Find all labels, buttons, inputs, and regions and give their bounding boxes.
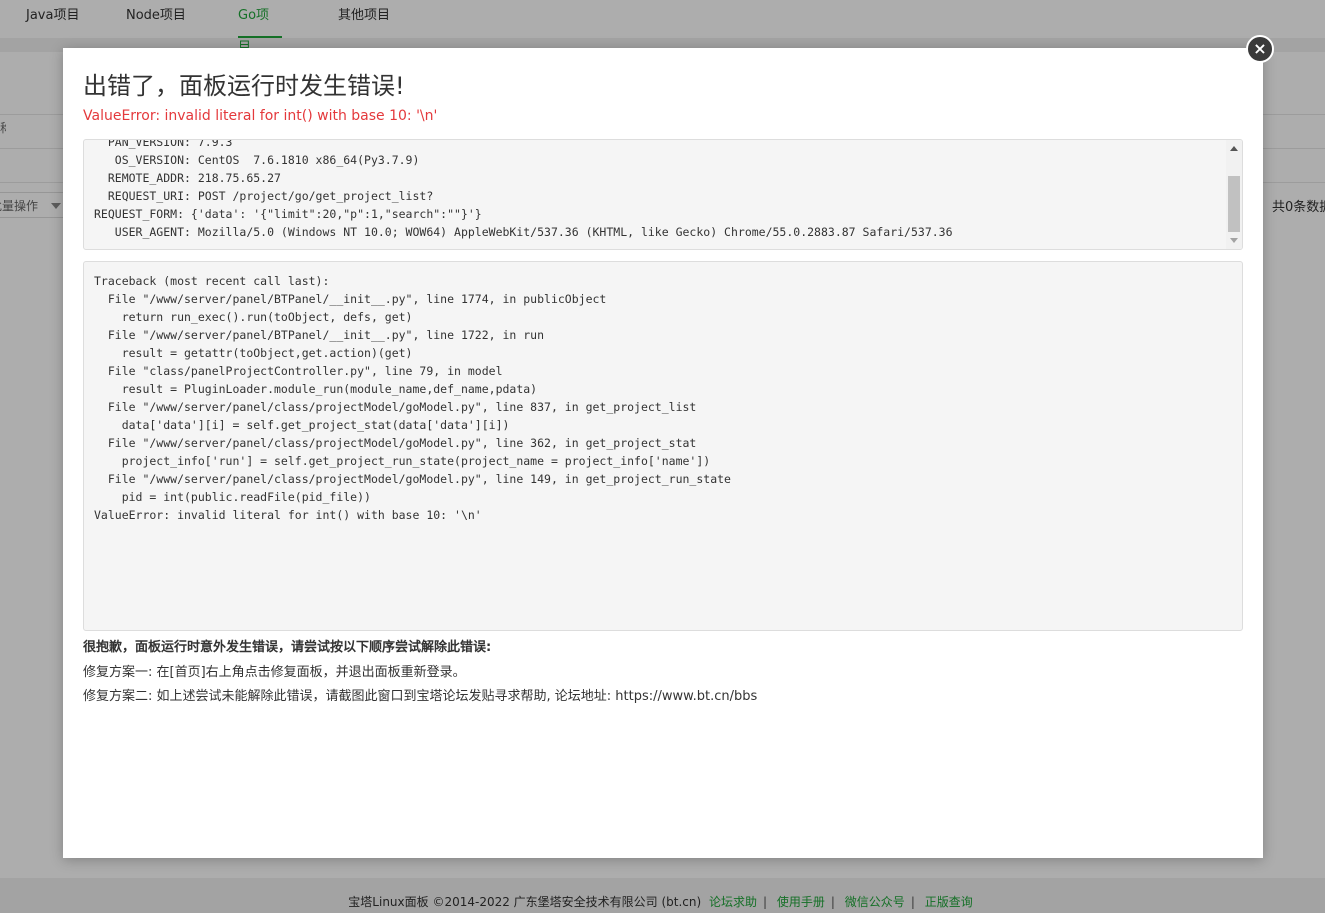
scroll-down-arrow-icon[interactable] — [1230, 238, 1238, 243]
env-line: REQUEST_FORM: {'data': '{"limit":20,"p":… — [94, 207, 482, 221]
environment-info-box[interactable]: PAN_VERSION: 7.9.3 OS_VERSION: CentOS 7.… — [83, 139, 1243, 250]
scrollbar-thumb[interactable] — [1228, 176, 1240, 232]
traceback-line: pid = int(public.readFile(pid_file)) — [94, 490, 371, 504]
traceback-line: File "/www/server/panel/BTPanel/__init__… — [94, 328, 545, 342]
traceback-line: File "/www/server/panel/BTPanel/__init__… — [94, 292, 607, 306]
scrollbar[interactable] — [1226, 140, 1242, 249]
traceback-box[interactable]: Traceback (most recent call last): File … — [83, 261, 1243, 631]
help-title: 很抱歉，面板运行时意外发生错误，请尝试按以下顺序尝试解除此错误: — [83, 640, 492, 655]
traceback-line: data['data'][i] = self.get_project_stat(… — [94, 418, 510, 432]
env-line: REMOTE_ADDR: 218.75.65.27 — [94, 171, 281, 185]
scroll-up-arrow-icon[interactable] — [1230, 146, 1238, 151]
error-message: ValueError: invalid literal for int() wi… — [83, 108, 438, 124]
env-line: OS_VERSION: CentOS 7.6.1810 x86_64(Py3.7… — [94, 153, 420, 167]
traceback-line: return run_exec().run(toObject, defs, ge… — [94, 310, 413, 324]
traceback-line: Traceback (most recent call last): — [94, 274, 330, 288]
traceback-line: File "class/panelProjectController.py", … — [94, 364, 503, 378]
traceback-line: File "/www/server/panel/class/projectMod… — [94, 472, 731, 486]
env-line: PAN_VERSION: 7.9.3 — [94, 139, 233, 149]
traceback-text: Traceback (most recent call last): File … — [94, 272, 731, 524]
dialog-title: 出错了，面板运行时发生错误! — [83, 72, 405, 100]
environment-info-text: PAN_VERSION: 7.9.3 OS_VERSION: CentOS 7.… — [94, 139, 953, 241]
traceback-line: File "/www/server/panel/class/projectMod… — [94, 436, 697, 450]
env-line: USER_AGENT: Mozilla/5.0 (Windows NT 10.0… — [94, 225, 953, 239]
fix-option-two: 修复方案二: 如上述尝试未能解除此错误，请截图此窗口到宝塔论坛发贴寻求帮助, 论… — [83, 689, 758, 704]
traceback-line: File "/www/server/panel/class/projectMod… — [94, 400, 697, 414]
traceback-line: result = PluginLoader.module_run(module_… — [94, 382, 538, 396]
env-line: REQUEST_URI: POST /project/go/get_projec… — [94, 189, 434, 203]
fix-option-one: 修复方案一: 在[首页]右上角点击修复面板，并退出面板重新登录。 — [83, 665, 466, 680]
traceback-line: project_info['run'] = self.get_project_r… — [94, 454, 711, 468]
close-icon[interactable]: × — [1246, 35, 1274, 63]
traceback-line: ValueError: invalid literal for int() wi… — [94, 508, 482, 522]
traceback-line: result = getattr(toObject,get.action)(ge… — [94, 346, 413, 360]
error-dialog: 出错了，面板运行时发生错误! ValueError: invalid liter… — [63, 48, 1263, 858]
